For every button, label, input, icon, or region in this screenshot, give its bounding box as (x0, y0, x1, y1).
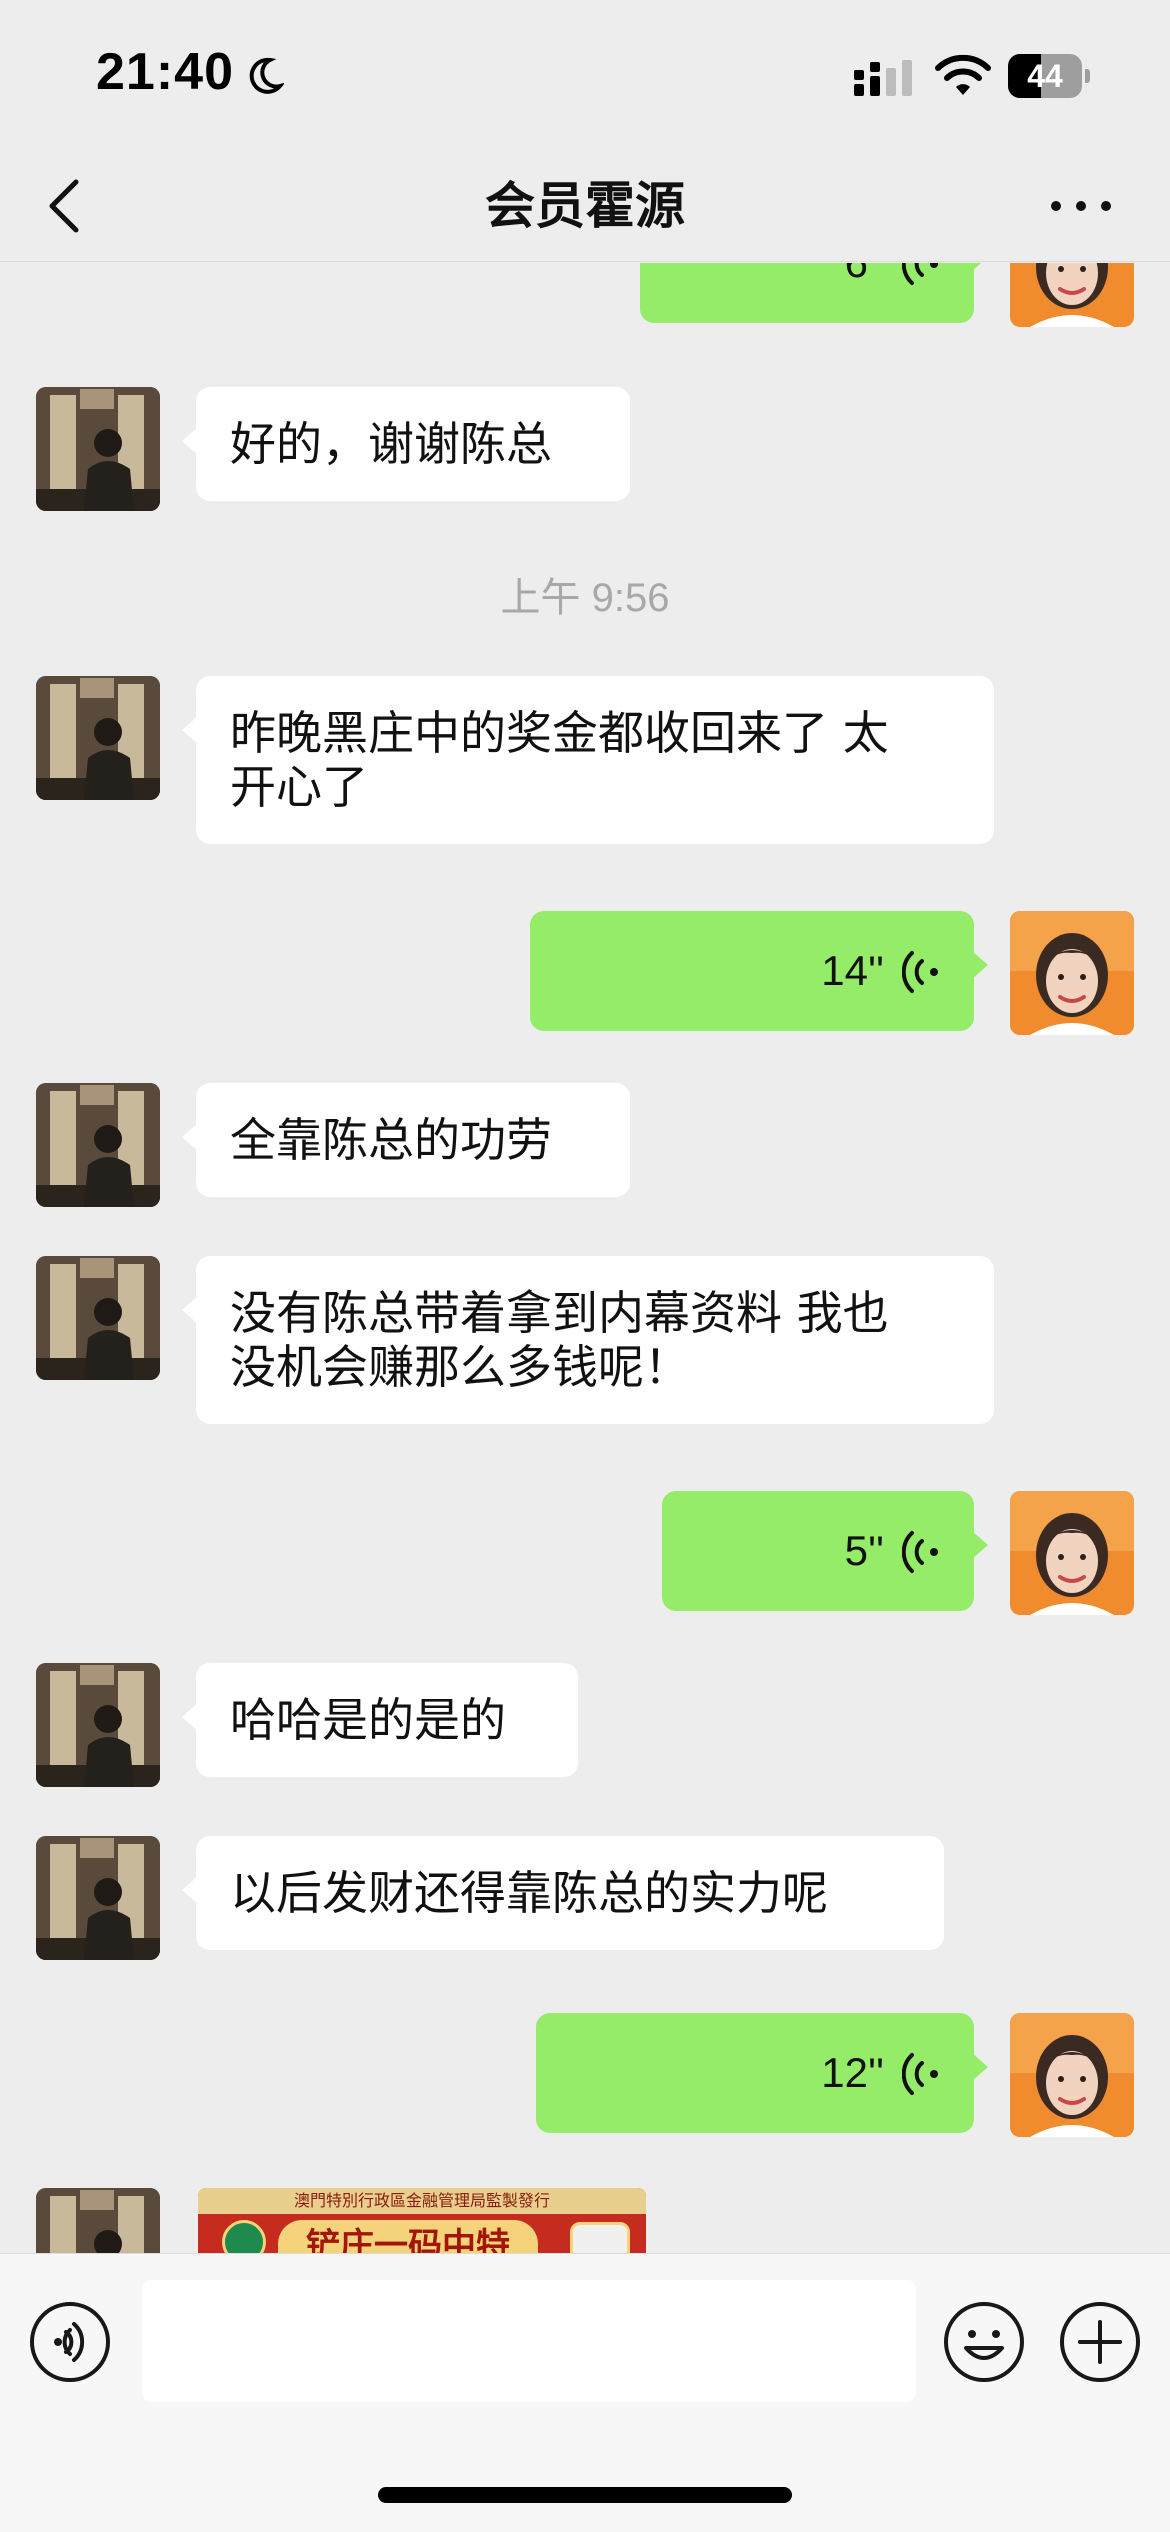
message-text: 以后发财还得靠陈总的实力呢 (230, 1866, 828, 1920)
chat-message-list[interactable]: 6'' 好的，谢谢陈总 上午 9:56 昨晚黑庄中的奖金都收回来了 太 开心了 … (0, 263, 1170, 2253)
contact-avatar[interactable] (36, 387, 160, 511)
plus-icon[interactable] (1058, 2300, 1142, 2384)
voice-wave-icon (902, 951, 938, 993)
voice-duration: 5'' (844, 1527, 884, 1574)
incoming-text-message[interactable]: 全靠陈总的功劳 (182, 1083, 630, 1197)
incoming-text-message[interactable]: 好的，谢谢陈总 (182, 387, 630, 501)
message-text: 哈哈是的是的 (230, 1693, 506, 1747)
emoji-icon[interactable] (942, 2300, 1026, 2384)
moon-icon (249, 57, 284, 94)
incoming-image-message[interactable]: 澳門特別行政區金融管理局監製發行 铲庄一码中特 (198, 2188, 646, 2253)
voice-duration: 6'' (845, 263, 884, 323)
my-avatar[interactable] (1010, 1491, 1134, 1615)
incoming-text-message[interactable]: 哈哈是的是的 (182, 1663, 578, 1777)
badge-emblem-icon (570, 2222, 630, 2253)
my-avatar[interactable] (1010, 2013, 1134, 2137)
battery-icon: 44 (1008, 54, 1090, 98)
contact-avatar[interactable] (36, 2188, 160, 2253)
more-dots-icon[interactable] (1046, 186, 1116, 226)
voice-mode-icon[interactable] (28, 2300, 112, 2384)
nav-bar: 会员霍源 (0, 150, 1170, 262)
status-time: 21:40 (96, 43, 234, 101)
message-text-line: 没机会赚那么多钱呢！ (230, 1340, 690, 1394)
chat-timestamp: 上午 9:56 (500, 576, 670, 620)
outgoing-voice-message[interactable]: 12'' (536, 2013, 988, 2133)
cellular-signal-icon (854, 60, 912, 96)
message-text-line: 没有陈总带着拿到内幕资料 我也 (230, 1286, 889, 1340)
my-avatar[interactable] (1010, 263, 1134, 327)
contact-avatar[interactable] (36, 1663, 160, 1787)
chat-title: 会员霍源 (485, 177, 685, 235)
voice-duration: 14'' (821, 947, 884, 994)
my-avatar[interactable] (1010, 911, 1134, 1035)
wifi-icon (935, 54, 991, 95)
incoming-text-message[interactable]: 昨晚黑庄中的奖金都收回来了 太 开心了 (182, 676, 994, 844)
contact-avatar[interactable] (36, 1256, 160, 1380)
contact-avatar[interactable] (36, 1083, 160, 1207)
message-text-line: 开心了 (230, 760, 368, 814)
message-text: 好的，谢谢陈总 (230, 417, 552, 471)
outgoing-voice-message[interactable]: 6'' (640, 263, 988, 323)
home-indicator (378, 2487, 792, 2503)
contact-avatar[interactable] (36, 1836, 160, 1960)
outgoing-voice-message[interactable]: 5'' (662, 1491, 988, 1611)
battery-cap (1085, 69, 1090, 83)
voice-wave-icon (902, 2053, 938, 2095)
message-input[interactable] (142, 2280, 916, 2402)
voice-wave-icon (902, 1531, 938, 1573)
message-text-line: 昨晚黑庄中的奖金都收回来了 太 (230, 706, 889, 760)
message-text: 全靠陈总的功劳 (230, 1113, 552, 1167)
contact-avatar[interactable] (36, 676, 160, 800)
incoming-text-message[interactable]: 以后发财还得靠陈总的实力呢 (182, 1836, 944, 1950)
input-bar (0, 2253, 1170, 2532)
status-bar: 21:40 44 (0, 0, 1170, 150)
incoming-text-message[interactable]: 没有陈总带着拿到内幕资料 我也 没机会赚那么多钱呢！ (182, 1256, 994, 1424)
battery-body: 44 (1008, 54, 1082, 98)
chevron-left-icon[interactable] (40, 172, 90, 240)
image-caption-top: 澳門特別行政區金融管理局監製發行 (198, 2188, 646, 2214)
voice-duration: 12'' (821, 2049, 884, 2096)
voice-wave-icon (902, 263, 938, 285)
seal-emblem-icon (222, 2220, 266, 2253)
battery-level: 44 (1027, 58, 1063, 94)
outgoing-voice-message[interactable]: 14'' (530, 911, 988, 1031)
image-caption-main: 铲庄一码中特 (278, 2220, 538, 2253)
